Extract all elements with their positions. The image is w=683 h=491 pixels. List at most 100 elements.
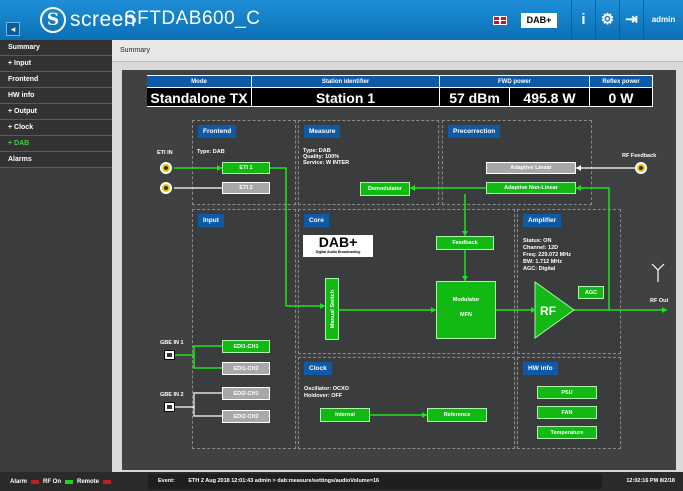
main-content: Summary Mode Station identifier FWD powe…	[112, 40, 683, 472]
dab-logo-subtitle: Digital Audio Broadcasting	[315, 250, 361, 254]
frontend-type: Type: DAB	[197, 149, 225, 155]
reflex-power-value: 0 W	[590, 87, 653, 107]
modulator-block[interactable]: Modulator MFN	[436, 281, 496, 339]
manual-switch[interactable]: Manual Switch	[325, 278, 339, 340]
eti1-button[interactable]: ETI 1	[222, 162, 270, 174]
clock-time: 12:02:16 PM 8/2/18	[626, 478, 675, 484]
sidebar: Summary + Input Frontend HW info + Outpu…	[0, 40, 112, 472]
event-log[interactable]: Event: ETH 2 Aug 2018 12:01:43 admin > d…	[148, 474, 602, 489]
internal-clock-button[interactable]: Internal	[320, 408, 370, 422]
event-label: Event:	[158, 478, 175, 484]
temperature-button[interactable]: Temperature	[537, 426, 597, 439]
header-actions: DAB+ i ⚙ ⇥ admin	[493, 0, 683, 40]
frontend-title: Frontend	[198, 125, 237, 138]
precorrection-title: Precorrection	[448, 125, 501, 138]
arrow-rf-out	[662, 307, 667, 313]
settings-icon[interactable]: ⚙	[595, 0, 619, 40]
station-value: Station 1	[252, 87, 440, 107]
demodulator-button[interactable]: Demodulator	[360, 182, 410, 196]
user-name[interactable]: admin	[643, 0, 683, 40]
measure-title: Measure	[304, 125, 341, 138]
event-text: ETH 2 Aug 2018 12:01:43 admin > dab:meas…	[188, 478, 380, 484]
reference-clock-button[interactable]: Reference	[427, 408, 487, 422]
header-bar: ◂ S screen SFTDAB600_C DAB+ i ⚙ ⇥ admin	[0, 0, 683, 40]
alarm-led-icon	[31, 479, 40, 484]
screen-logo: S screen	[40, 6, 136, 34]
adaptive-linear-button[interactable]: Adaptive Linear	[486, 162, 576, 174]
device-name: SFTDAB600_C	[124, 8, 261, 29]
edi1-ch2-button[interactable]: EDI1-CH2	[222, 362, 270, 375]
antenna-top	[651, 263, 665, 271]
dab-logo-text: DAB+	[318, 234, 358, 250]
edi2-ch2-button[interactable]: EDI2-CH2	[222, 410, 270, 423]
psu-button[interactable]: PSU	[537, 386, 597, 399]
collapse-sidebar-button[interactable]: ◂	[6, 22, 20, 36]
header-mode: Mode	[147, 75, 252, 87]
adaptive-nonlinear-button[interactable]: Adaptive Non-Linear	[486, 182, 576, 194]
remote-led-icon	[103, 479, 112, 484]
mfn-label: MFN	[460, 312, 472, 318]
alarm-label: Alarm	[10, 478, 28, 485]
rf-feedback-label: RF Feedback	[622, 153, 657, 159]
sidebar-item-input[interactable]: + Input	[0, 56, 112, 72]
header-fwd-power: FWD power	[440, 75, 590, 87]
dab-badge: DAB+	[521, 12, 557, 28]
manual-switch-label: Manual Switch	[330, 289, 336, 329]
amp-status: Status: ON	[523, 238, 552, 244]
gbe1-port-icon	[164, 350, 175, 360]
gbe-in-1-label: GBE IN 1	[160, 340, 184, 346]
fwd-power-watts-value: 495.8 W	[510, 87, 590, 107]
feedback-button[interactable]: Feedback	[436, 236, 494, 250]
language-flag-icon[interactable]	[493, 15, 507, 25]
core-title: Core	[304, 214, 329, 227]
breadcrumb: Summary	[112, 40, 683, 62]
amplifier-block[interactable]: Amplifier Status: ON Channel: 12D Freq: …	[517, 209, 621, 354]
rf-on-label: RF On	[43, 478, 62, 485]
clock-title: Clock	[304, 362, 332, 375]
rf-on-led-icon	[65, 479, 74, 484]
summary-panel: Mode Station identifier FWD power Reflex…	[122, 70, 676, 470]
modulator-label: Modulator	[452, 297, 480, 303]
logout-icon[interactable]: ⇥	[619, 0, 643, 40]
sidebar-item-dab[interactable]: + DAB	[0, 136, 112, 152]
rf-out-label: RF Out	[650, 298, 669, 304]
amplifier-title: Amplifier	[523, 214, 562, 227]
logo-icon: S	[40, 7, 66, 33]
rf-feedback-connector-icon	[635, 162, 647, 174]
sidebar-item-clock[interactable]: + Clock	[0, 120, 112, 136]
clock-oscillator: Oscillator: OCXO	[304, 386, 349, 392]
sidebar-item-summary[interactable]: Summary	[0, 40, 112, 56]
agc-button[interactable]: AGC	[578, 286, 604, 299]
edi2-ch1-button[interactable]: EDI2-CH1	[222, 387, 270, 400]
gbe-in-2-label: GBE IN 2	[160, 392, 184, 398]
amp-bw: BW: 1.712 MHz	[523, 259, 563, 265]
gbe2-port-icon	[164, 402, 175, 412]
header-station-identifier: Station identifier	[252, 75, 440, 87]
eti2-button[interactable]: ETI 2	[222, 182, 270, 194]
header-reflex-power: Reflex power	[590, 75, 653, 87]
measure-service: Service: W INTER	[303, 160, 350, 166]
amp-channel: Channel: 12D	[523, 245, 559, 251]
mode-value: Standalone TX	[147, 87, 252, 107]
eti2-connector-icon	[160, 182, 172, 194]
sidebar-item-output[interactable]: + Output	[0, 104, 112, 120]
edi1-ch1-button[interactable]: EDI1-CH1	[222, 340, 270, 353]
clock-holdover: Holdover: OFF	[304, 393, 343, 399]
remote-label: Remote	[77, 478, 100, 485]
sidebar-item-alarms[interactable]: Alarms	[0, 152, 112, 168]
fan-button[interactable]: FAN	[537, 406, 597, 419]
eti-in-label: ETI IN	[157, 150, 173, 156]
eti1-connector-icon	[160, 162, 172, 174]
amp-agc-mode: AGC: Digital	[523, 266, 556, 272]
amp-freq: Freq: 229.072 MHz	[523, 252, 571, 258]
fwd-power-dbm-value: 57 dBm	[440, 87, 510, 107]
sidebar-item-frontend[interactable]: Frontend	[0, 72, 112, 88]
summary-table: Mode Station identifier FWD power Reflex…	[147, 75, 653, 107]
hw-info-title: HW info	[523, 362, 558, 375]
dab-plus-logo: DAB+ Digital Audio Broadcasting	[303, 235, 373, 257]
clock-block[interactable]: Clock Oscillator: OCXO Holdover: OFF	[298, 357, 515, 449]
info-icon[interactable]: i	[571, 0, 595, 40]
input-title: Input	[198, 214, 224, 227]
app-window: ◂ S screen SFTDAB600_C DAB+ i ⚙ ⇥ admin …	[0, 0, 683, 491]
sidebar-item-hw-info[interactable]: HW info	[0, 88, 112, 104]
